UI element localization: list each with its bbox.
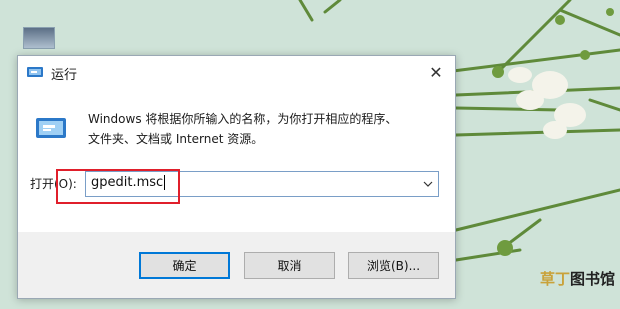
watermark-part-2: 图书馆	[569, 270, 615, 288]
run-dialog: 运行 ✕ Windows 将根据你所输入的名称，为你打开相应的程序、 文件夹、文…	[17, 55, 456, 299]
watermark: 草丁图书馆	[540, 268, 615, 289]
dropdown-button[interactable]	[418, 172, 438, 196]
description-line-1: Windows 将根据你所输入的名称，为你打开相应的程序、	[88, 112, 398, 126]
input-highlight-box	[56, 169, 180, 204]
button-bar: 确定 取消 浏览(B)...	[18, 232, 455, 298]
dialog-description: Windows 将根据你所输入的名称，为你打开相应的程序、 文件夹、文档或 In…	[88, 109, 448, 149]
desktop-image-thumbnail[interactable]	[23, 27, 55, 49]
cancel-button[interactable]: 取消	[244, 252, 335, 279]
chevron-down-icon	[423, 181, 433, 187]
run-program-icon	[36, 118, 66, 138]
run-icon	[27, 67, 43, 77]
dialog-title: 运行	[51, 68, 78, 83]
close-icon: ✕	[429, 63, 443, 82]
title-bar[interactable]: 运行 ✕	[18, 56, 455, 89]
description-line-2: 文件夹、文档或 Internet 资源。	[88, 132, 264, 146]
watermark-part-1: 草丁	[539, 270, 570, 288]
ok-button[interactable]: 确定	[139, 252, 230, 279]
browse-button[interactable]: 浏览(B)...	[348, 252, 439, 279]
close-button[interactable]: ✕	[417, 56, 455, 89]
